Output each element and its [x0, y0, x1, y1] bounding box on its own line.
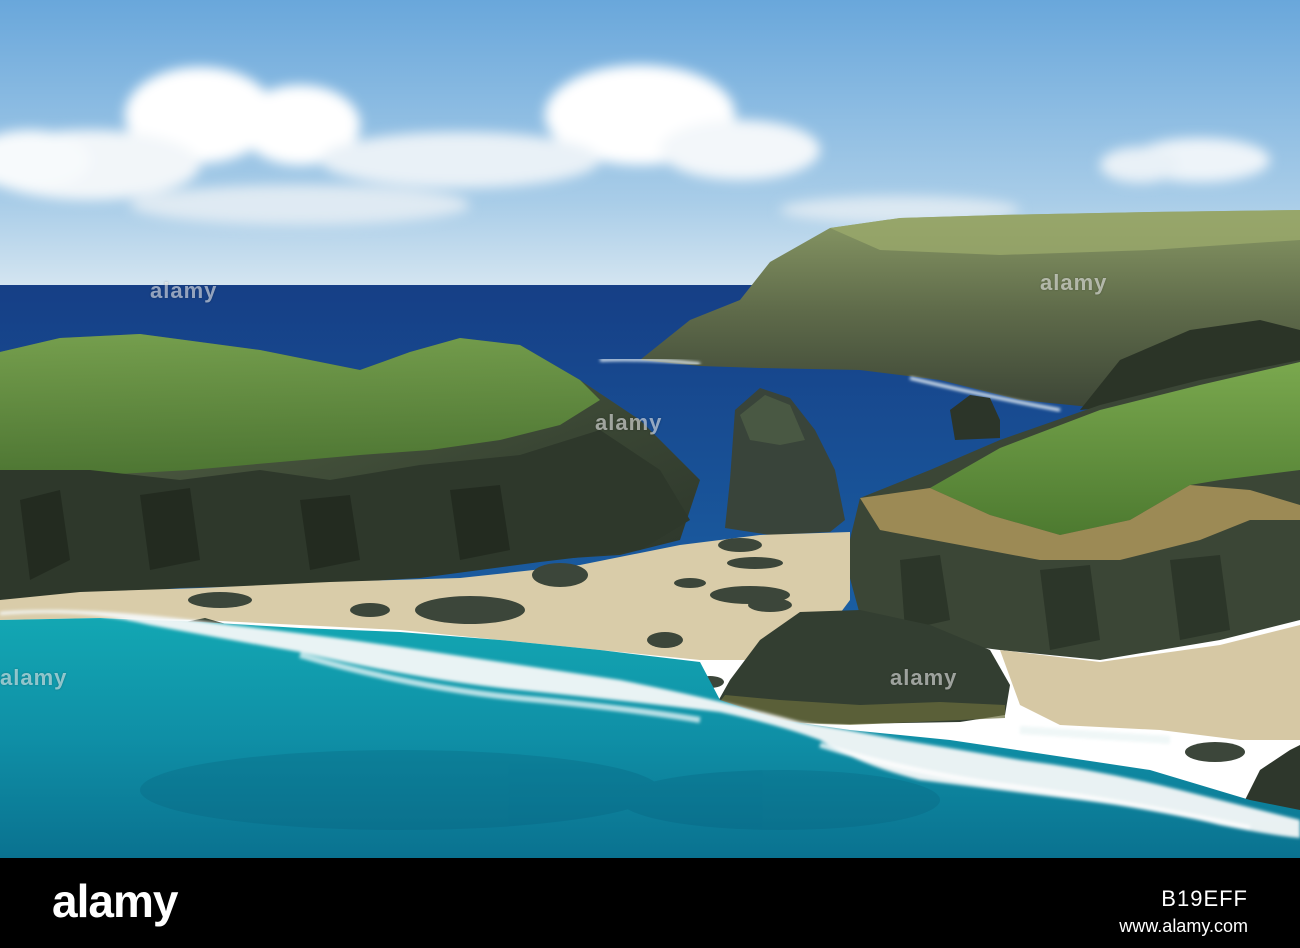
alamy-logo: alamy [52, 875, 178, 927]
image-id: B19EFF [1161, 886, 1248, 911]
coastal-photo: alamy alamy alamy alamy alamy [0, 0, 1300, 858]
site-url: www.alamy.com [1119, 916, 1248, 936]
stock-footer: alamy B19EFF www.alamy.com [0, 858, 1300, 948]
coastal-landscape-illustration [0, 0, 1300, 858]
